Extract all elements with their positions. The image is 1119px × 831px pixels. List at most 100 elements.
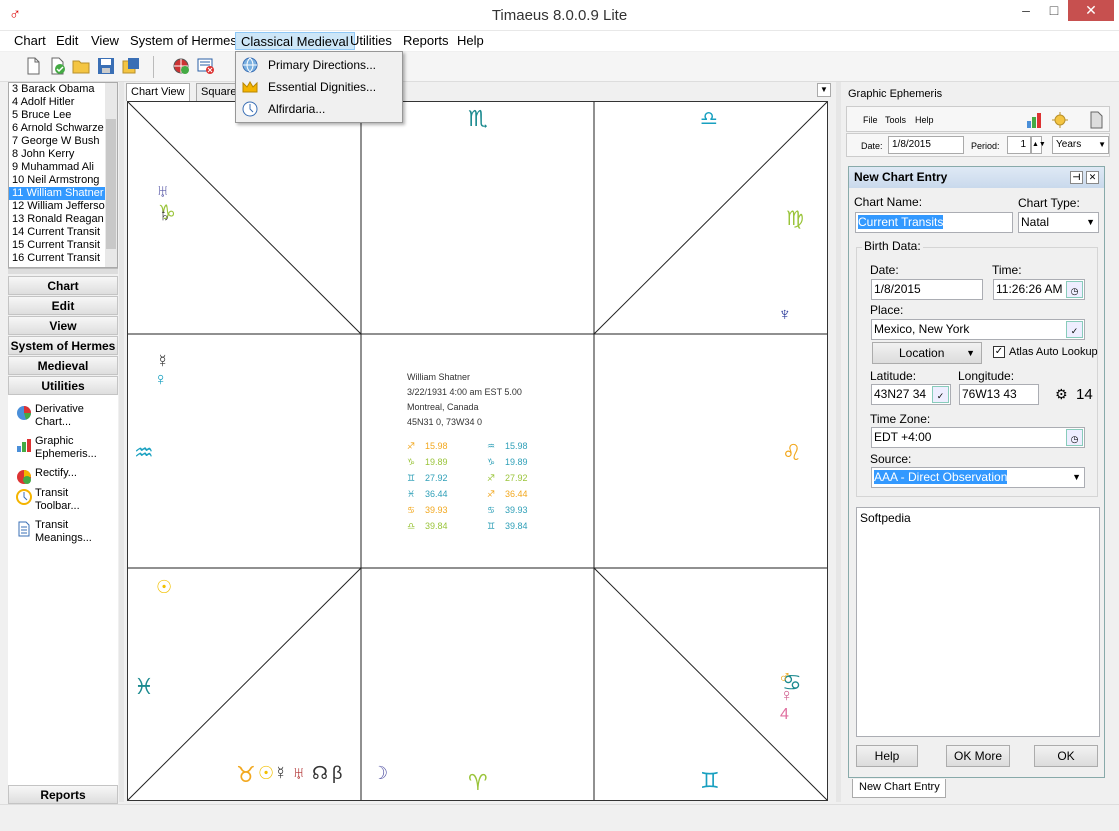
source-select[interactable]: AAA - Direct Observation ▼ <box>871 467 1085 488</box>
list-item[interactable]: 3 Barack Obama <box>9 83 117 96</box>
list-item[interactable]: 15 Current Transit <box>9 239 117 252</box>
derivative-chart-item[interactable]: Derivative Chart... <box>14 403 114 433</box>
clock-icon[interactable]: ◷ <box>1066 281 1083 298</box>
ge-menu-file[interactable]: File <box>863 115 878 125</box>
list-item[interactable]: 5 Bruce Lee <box>9 109 117 122</box>
chart-name-input[interactable]: Current Transits <box>855 212 1013 233</box>
menu-classical-medieval[interactable]: Classical Medieval <box>235 32 355 50</box>
menu-view[interactable]: View <box>86 32 124 50</box>
menu-utilities[interactable]: Utilities <box>345 32 397 50</box>
time-label: Time: <box>992 263 1022 277</box>
latitude-input[interactable]: 43N27 34 ✓ <box>871 384 951 405</box>
page-icon[interactable] <box>1087 111 1105 129</box>
row-glyph: ♓ <box>407 489 416 499</box>
row-value: 39.93 <box>505 505 528 515</box>
chart-list: 3 Barack Obama 4 Adolf Hitler 5 Bruce Le… <box>8 82 118 268</box>
menu-chart[interactable]: Chart <box>9 32 51 50</box>
list-item[interactable]: 6 Arnold Schwarze <box>9 122 117 135</box>
list-item[interactable]: 14 Current Transit <box>9 226 117 239</box>
scrollbar-thumb[interactable] <box>106 119 116 249</box>
chart-type-label: Chart Type: <box>1018 196 1080 210</box>
new-file-icon[interactable] <box>24 57 42 75</box>
atlas-auto-lookup-checkbox[interactable]: ✓ <box>993 346 1005 358</box>
notes-textarea[interactable]: Softpedia <box>856 507 1100 737</box>
save-icon[interactable] <box>97 57 115 75</box>
ok-button[interactable]: OK <box>1034 745 1098 767</box>
chart-data-row: ♓ 36.44 ♐ 36.44 <box>407 486 587 502</box>
new-checked-icon[interactable] <box>48 57 66 75</box>
time-input[interactable]: 11:26:26 AM ◷ <box>993 279 1085 300</box>
row-glyph: ♑ <box>407 457 416 467</box>
chart-name-label: Chart Name: <box>854 195 923 209</box>
close-icon[interactable]: ✕ <box>1086 171 1099 184</box>
pin-icon[interactable]: ⊣ <box>1070 171 1083 184</box>
transit-meanings-item[interactable]: Transit Meanings... <box>14 519 114 549</box>
nav-view-button[interactable]: View <box>8 316 118 335</box>
help-button[interactable]: Help <box>856 745 918 767</box>
gemini-glyph: ♊ <box>700 768 720 793</box>
bar-chart-icon[interactable] <box>1025 111 1043 129</box>
horizontal-splitter[interactable] <box>8 268 118 274</box>
list-item[interactable]: 10 Neil Armstrong <box>9 174 117 187</box>
maximize-button[interactable]: □ <box>1040 0 1068 21</box>
list-scrollbar[interactable] <box>105 83 117 267</box>
ge-period-spinner[interactable]: ▲▼ <box>1031 136 1046 154</box>
nav-system-of-hermes-button[interactable]: System of Hermes <box>8 336 118 355</box>
ge-unit-select[interactable]: Years ▼ <box>1052 136 1109 154</box>
chart-wheel-icon[interactable] <box>172 57 190 75</box>
primary-directions-item[interactable]: Primary Directions... <box>238 54 400 76</box>
minimize-button[interactable]: ‒ <box>1012 0 1040 21</box>
globe-icon <box>242 57 258 73</box>
left-splitter[interactable] <box>119 82 124 802</box>
menu-reports[interactable]: Reports <box>398 32 454 50</box>
list-item-selected[interactable]: 11 William Shatner <box>9 187 117 200</box>
chart-type-select[interactable]: Natal ▼ <box>1018 212 1099 233</box>
ok-more-button[interactable]: OK More <box>946 745 1010 767</box>
alfirdaria-item[interactable]: Alfirdaria... <box>238 98 400 120</box>
transit-toolbar-item[interactable]: Transit Toolbar... <box>14 487 114 517</box>
nav-utilities-button[interactable]: Utilities <box>8 376 118 395</box>
ge-date-input[interactable]: 1/8/2015 <box>888 136 964 154</box>
tab-chart-view[interactable]: Chart View <box>126 83 190 101</box>
essential-dignities-item[interactable]: Essential Dignities... <box>238 76 400 98</box>
menu-system-of-hermes[interactable]: System of Hermes <box>125 32 242 50</box>
nav-medieval-button[interactable]: Medieval <box>8 356 118 375</box>
nav-reports-button[interactable]: Reports <box>8 785 118 804</box>
delete-chart-icon[interactable] <box>197 57 215 75</box>
menu-edit[interactable]: Edit <box>51 32 83 50</box>
list-item[interactable]: 16 Current Transit <box>9 252 117 265</box>
menu-help[interactable]: Help <box>452 32 489 50</box>
leo-glyph: ♌ <box>782 440 802 465</box>
tab-dropdown-button[interactable]: ▼ <box>817 83 831 97</box>
save-all-icon[interactable] <box>122 57 140 75</box>
list-item[interactable]: 9 Muhammad Ali <box>9 161 117 174</box>
right-splitter[interactable] <box>836 82 841 802</box>
chart-data-row: ♐ 15.98 ♒ 15.98 <box>407 438 587 454</box>
timezone-input[interactable]: EDT +4:00 ◷ <box>871 427 1085 448</box>
globe-check-icon[interactable]: ✓ <box>1066 321 1083 338</box>
longitude-input[interactable]: 76W13 43 <box>959 384 1039 405</box>
graphic-ephemeris-item[interactable]: Graphic Ephemeris... <box>14 435 114 465</box>
list-item[interactable]: 7 George W Bush <box>9 135 117 148</box>
close-button[interactable]: ✕ <box>1068 0 1114 21</box>
place-input[interactable]: Mexico, New York ✓ <box>871 319 1085 340</box>
nav-edit-button[interactable]: Edit <box>8 296 118 315</box>
nav-chart-button[interactable]: Chart <box>8 276 118 295</box>
clock-icon[interactable]: ◷ <box>1066 429 1083 446</box>
ge-menu-help[interactable]: Help <box>915 115 934 125</box>
gear-icon[interactable]: ⚙ <box>1055 386 1068 403</box>
globe-check-icon[interactable]: ✓ <box>932 386 949 403</box>
ge-menu-tools[interactable]: Tools <box>885 115 906 125</box>
tab-new-chart-entry[interactable]: New Chart Entry <box>852 779 946 798</box>
list-item[interactable]: 8 John Kerry <box>9 148 117 161</box>
row-glyph: ♋ <box>487 505 496 515</box>
open-folder-icon[interactable] <box>72 57 90 75</box>
list-item[interactable]: 12 William Jefferso <box>9 200 117 213</box>
list-item[interactable]: 13 Ronald Reagan <box>9 213 117 226</box>
date-input[interactable]: 1/8/2015 <box>871 279 983 300</box>
location-button[interactable]: Location ▼ <box>872 342 982 364</box>
ge-period-input[interactable]: 1 <box>1007 136 1031 154</box>
beta-glyph: β <box>332 763 343 783</box>
list-item[interactable]: 4 Adolf Hitler <box>9 96 117 109</box>
sun-settings-icon[interactable] <box>1051 111 1069 129</box>
